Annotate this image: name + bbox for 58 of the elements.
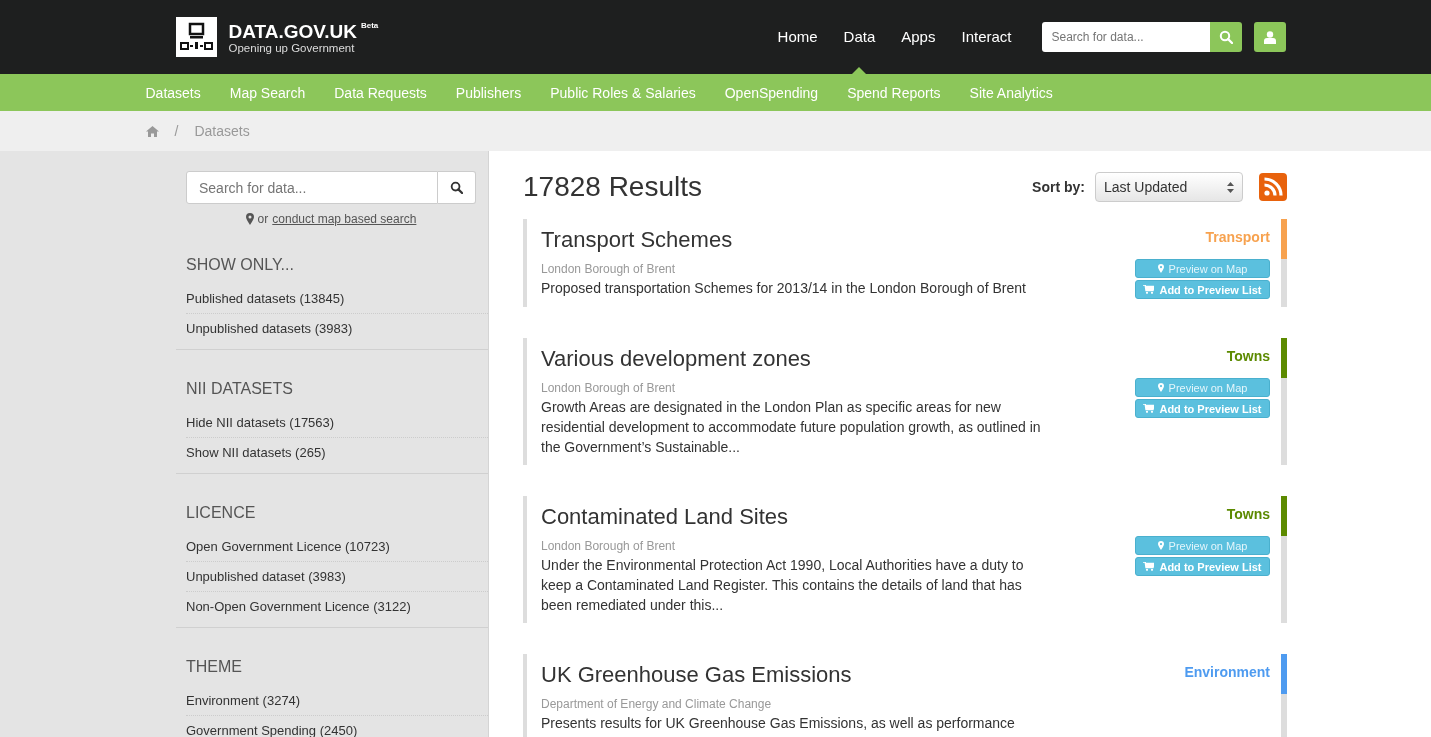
nav-link[interactable]: Data <box>843 0 876 74</box>
breadcrumb-separator: / <box>174 123 179 139</box>
facet-link[interactable]: Open Government Licence (10723) <box>186 532 488 562</box>
results-count: 17828 Results <box>523 171 703 203</box>
facet-link[interactable]: Show NII datasets (265) <box>186 438 488 467</box>
dataset-title[interactable]: Contaminated Land Sites <box>541 504 1135 530</box>
sort-dropdown[interactable]: Last Updated <box>1095 172 1243 202</box>
facet-heading: NII DATASETS <box>186 380 294 398</box>
facet-heading: THEME <box>186 658 243 676</box>
beta-label: Beta <box>360 20 379 30</box>
nav-link[interactable]: Apps <box>901 0 936 74</box>
site-subtitle: Opening up Government <box>228 41 356 54</box>
facet-heading: SHOW ONLY... <box>186 256 295 274</box>
facet-link[interactable]: Environment (3274) <box>186 686 488 716</box>
nav-link[interactable]: Home <box>777 0 818 74</box>
rss-icon[interactable] <box>1259 173 1287 201</box>
search-field[interactable]: Search for data... <box>1041 22 1210 52</box>
search-button[interactable] <box>438 171 476 204</box>
facet-link[interactable]: Published datasets (13845) <box>186 284 488 314</box>
facet-heading: LICENCE <box>186 504 257 522</box>
updown-arrows-icon <box>1227 181 1234 193</box>
theme-label[interactable]: Towns <box>1226 348 1270 364</box>
dataset-description: Presents results for UK Greenhouse Gas Emissions, as well as performance <box>541 714 1016 733</box>
facet-link[interactable]: Hide NII datasets (17563) <box>186 408 488 438</box>
sort-label: Sort by: <box>1032 179 1085 195</box>
map-pin-icon <box>1157 264 1164 273</box>
dataset-description: Proposed transportation Schemes for 2013/14 in the London Borough of Brent <box>541 279 1027 298</box>
map-pin-icon <box>1157 383 1164 392</box>
publisher-name: London Borough of Brent <box>541 539 677 553</box>
cart-icon <box>1143 404 1155 413</box>
site-title[interactable]: DATA.GOV.UK <box>228 20 357 42</box>
cart-icon <box>1143 285 1155 294</box>
publisher-name: Department of Energy and Climate Change <box>541 697 773 711</box>
map-pin-icon <box>1157 541 1164 550</box>
account-button[interactable] <box>1253 22 1286 52</box>
logo-icon <box>175 17 217 57</box>
publisher-name: London Borough of Brent <box>541 262 677 276</box>
user-icon <box>1263 30 1276 44</box>
facet-link[interactable]: Unpublished dataset (3983) <box>186 562 488 592</box>
facet-link[interactable]: Non-Open Government Licence (3122) <box>186 592 488 621</box>
theme-label[interactable]: Towns <box>1226 506 1270 522</box>
home-icon[interactable] <box>145 125 159 137</box>
dataset-title[interactable]: UK Greenhouse Gas Emissions <box>541 662 1135 688</box>
dataset-title[interactable]: Transport Schemes <box>541 227 1135 253</box>
search-icon <box>450 181 463 194</box>
dataset-title[interactable]: Various development zones <box>541 346 1135 372</box>
map-pin-icon <box>245 213 254 225</box>
search-icon <box>1218 30 1233 44</box>
hint-text: or <box>257 212 269 226</box>
map-search-link[interactable]: conduct map based search <box>272 212 417 226</box>
search-field[interactable]: Search for data... <box>186 171 438 204</box>
cart-icon <box>1143 562 1155 571</box>
dataset-description: Under the Environmental Protection Act 1990, Local Authorities have a duty to keep a Contaminated Land Register. This contains the details of land that has been remediated under this... <box>541 556 1025 615</box>
facet-link[interactable]: Unpublished datasets (3983) <box>186 314 488 343</box>
nav-link[interactable]: Interact <box>961 0 1012 74</box>
publisher-name: London Borough of Brent <box>541 381 677 395</box>
dataset-description: Growth Areas are designated in the London Plan as specific areas for new residential development to accommodate future population growth, as outlined in the Government’s Sustainable... <box>541 398 1042 457</box>
facet-link[interactable]: Government Spending (2450) <box>186 716 488 737</box>
